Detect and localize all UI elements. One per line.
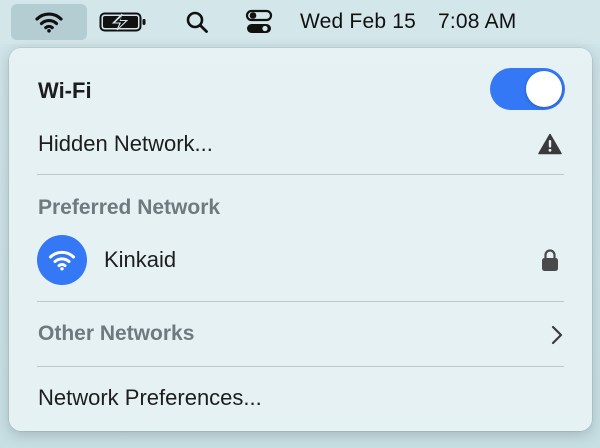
menu-bar: Wed Feb 15 7:08 AM [0,0,600,44]
network-wifi-badge [37,235,87,285]
preferred-network-section: Preferred Network [9,188,592,228]
divider [37,174,564,175]
menubar-spotlight-button[interactable] [180,4,214,40]
menubar-battery-button[interactable] [98,4,150,40]
wifi-menu-panel: Wi-Fi Hidden Network... Preferred Networ… [9,48,592,431]
menubar-wifi-button[interactable] [11,4,87,40]
divider [37,301,564,302]
network-preferences-item[interactable]: Network Preferences... [9,377,592,419]
wifi-toggle[interactable] [490,68,565,110]
clock-time: 7:08 AM [438,10,517,33]
wifi-toggle-knob [526,71,562,107]
menubar-control-center-button[interactable] [242,4,276,40]
wifi-icon [35,12,63,33]
lock-icon [542,249,558,271]
control-center-icon [245,9,273,33]
wifi-icon [49,250,75,271]
hidden-network-item[interactable]: Hidden Network... [9,123,592,165]
hidden-network-label: Hidden Network... [38,131,213,156]
preferred-network-heading: Preferred Network [38,196,221,219]
search-icon [186,11,208,33]
other-networks-item[interactable]: Other Networks [9,313,592,355]
other-networks-label: Other Networks [38,322,195,345]
network-preferences-label: Network Preferences... [38,385,262,410]
chevron-right-icon [551,325,563,345]
wifi-header-row: Wi-Fi [9,68,592,114]
divider [37,366,564,367]
network-name: Kinkaid [104,247,177,272]
wifi-title: Wi-Fi [38,78,92,103]
menubar-clock[interactable]: Wed Feb 15 7:08 AM [300,0,516,44]
clock-date: Wed Feb 15 [300,10,417,33]
warning-icon [538,133,562,155]
battery-charging-icon [99,12,146,32]
network-item-kinkaid[interactable]: Kinkaid [9,235,592,285]
